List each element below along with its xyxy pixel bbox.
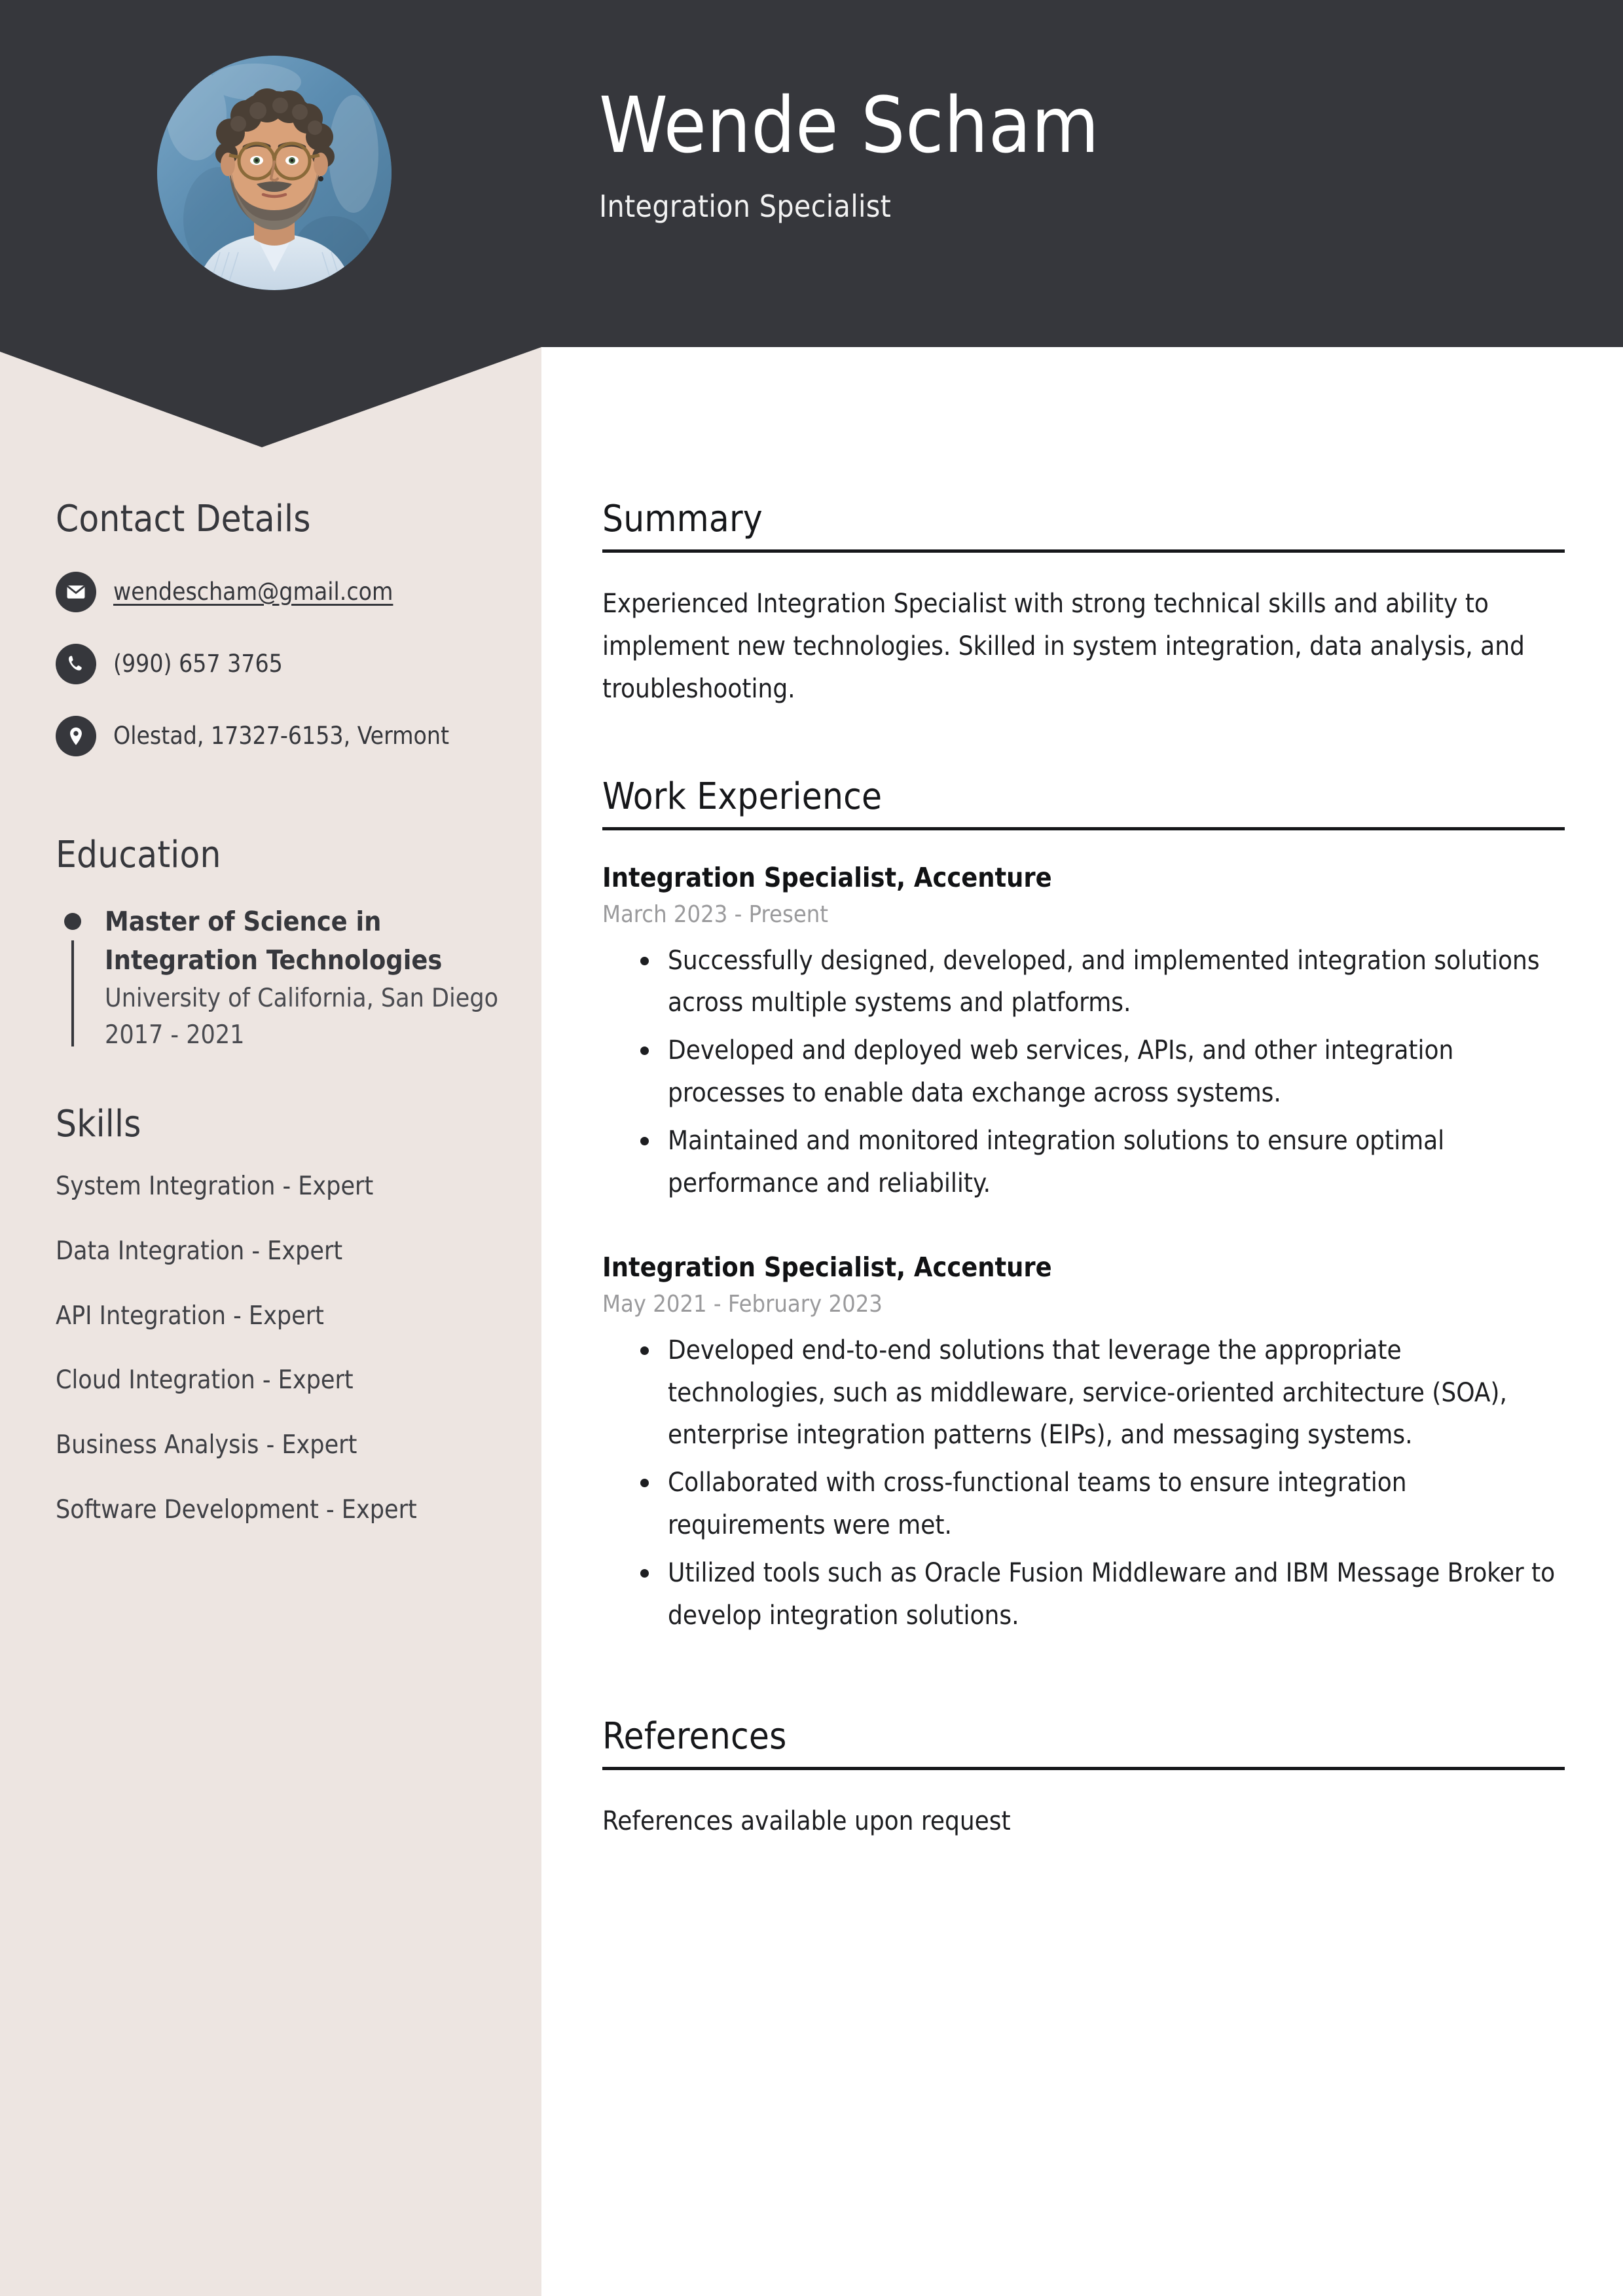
skill-item: Data Integration - Expert xyxy=(56,1236,343,1266)
contact-item-phone[interactable]: (990) 657 3765 xyxy=(56,644,507,684)
job-entry: Integration Specialist, Accenture March … xyxy=(602,861,1565,1204)
work-experience-heading: Work Experience xyxy=(602,775,883,819)
education-years: 2017 - 2021 xyxy=(105,1020,245,1050)
job-bullet: Collaborated with cross-functional teams… xyxy=(640,1462,1565,1547)
summary-heading: Summary xyxy=(602,498,763,540)
resume-header: Wende Scham Integration Specialist xyxy=(0,0,1623,447)
job-role: Integration Specialist, Accenture xyxy=(602,862,1052,894)
summary-text: Experienced Integration Specialist with … xyxy=(602,589,1525,704)
skill-item: Software Development - Expert xyxy=(56,1494,417,1525)
resume-page: Wende Scham Integration Specialist Conta… xyxy=(0,0,1623,2296)
phone-icon xyxy=(56,644,96,684)
section-divider xyxy=(602,1767,1565,1771)
section-divider xyxy=(602,827,1565,831)
skill-item: API Integration - Expert xyxy=(56,1301,324,1331)
skills-heading: Skills xyxy=(56,1102,141,1145)
references-text: References available upon request xyxy=(602,1806,1011,1837)
job-bullet: Utilized tools such as Oracle Fusion Mid… xyxy=(640,1552,1565,1637)
timeline-line xyxy=(71,940,74,1046)
job-bullet-list: Successfully designed, developed, and im… xyxy=(602,940,1565,1205)
contact-item-location: Olestad, 17327-6153, Vermont xyxy=(56,716,507,756)
skill-item: System Integration - Expert xyxy=(56,1171,374,1201)
phone-value: (990) 657 3765 xyxy=(113,649,283,678)
job-bullet: Maintained and monitored integration sol… xyxy=(640,1120,1565,1205)
email-value[interactable]: wendescham@gmail.com xyxy=(113,578,393,606)
job-bullet: Developed end-to-end solutions that leve… xyxy=(640,1329,1565,1456)
education-degree: Master of Science in Integration Technol… xyxy=(105,906,443,976)
portrait-photo-icon xyxy=(157,56,392,290)
job-dates: May 2021 - February 2023 xyxy=(602,1290,883,1318)
avatar xyxy=(157,56,392,290)
bullet-dot-icon xyxy=(64,913,81,930)
skill-item: Cloud Integration - Expert xyxy=(56,1365,354,1396)
name-block: Wende Scham Integration Specialist xyxy=(599,80,1516,224)
location-pin-icon xyxy=(56,716,96,756)
job-bullet-list: Developed end-to-end solutions that leve… xyxy=(602,1329,1565,1637)
education-school: University of California, San Diego xyxy=(105,983,499,1013)
job-entry: Integration Specialist, Accenture May 20… xyxy=(602,1250,1565,1637)
education-entry: Master of Science in Integration Technol… xyxy=(56,902,507,1054)
references-heading: References xyxy=(602,1715,787,1758)
section-divider xyxy=(602,549,1565,553)
contact-details-heading: Contact Details xyxy=(56,498,311,540)
job-title: Integration Specialist xyxy=(599,188,892,224)
main-content: Summary Experienced Integration Speciali… xyxy=(602,498,1565,1843)
contact-item-email[interactable]: wendescham@gmail.com xyxy=(56,572,507,612)
job-dates: March 2023 - Present xyxy=(602,900,828,928)
job-bullet: Developed and deployed web services, API… xyxy=(640,1029,1565,1115)
education-heading: Education xyxy=(56,834,221,876)
skill-item: Business Analysis - Expert xyxy=(56,1430,357,1460)
page-title: Wende Scham xyxy=(599,80,1100,170)
job-bullet: Successfully designed, developed, and im… xyxy=(640,940,1565,1025)
job-role: Integration Specialist, Accenture xyxy=(602,1251,1052,1284)
sidebar: Contact Details wendescham@gmail.com (99… xyxy=(56,498,507,1560)
envelope-icon xyxy=(56,572,96,612)
location-value: Olestad, 17327-6153, Vermont xyxy=(113,721,450,750)
